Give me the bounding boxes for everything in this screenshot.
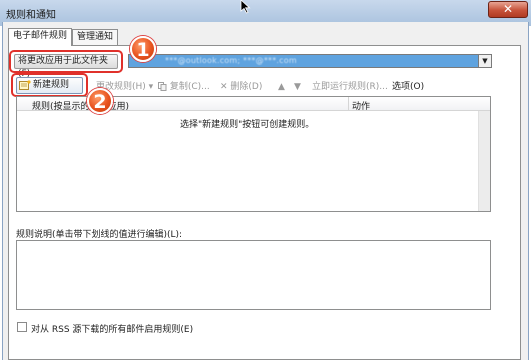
empty-rules-message: 选择"新建规则"按钮可创建规则。 bbox=[180, 120, 315, 130]
rss-rules-checkbox-label[interactable]: 对从 RSS 源下载的所有邮件启用规则(E) bbox=[31, 322, 193, 335]
annotation-badge-2: 2 bbox=[87, 88, 113, 114]
column-divider bbox=[348, 97, 349, 111]
close-button[interactable]: ✕ bbox=[488, 1, 528, 18]
move-down-icon[interactable]: ▼ bbox=[294, 80, 301, 94]
tab-email-rules[interactable]: 电子邮件规则 bbox=[8, 28, 72, 46]
rss-rules-checkbox[interactable] bbox=[17, 322, 27, 332]
column-header-action[interactable]: 动作 bbox=[352, 99, 370, 112]
mouse-cursor-icon bbox=[240, 0, 251, 14]
move-up-icon[interactable]: ▲ bbox=[278, 80, 285, 94]
delete-label: 删除(D) bbox=[230, 82, 263, 92]
annotation-highlight-box bbox=[11, 73, 88, 97]
rule-description-label: 规则说明(单击带下划线的值进行编辑)(L): bbox=[16, 230, 183, 240]
rules-list-scrollbar[interactable] bbox=[478, 111, 490, 211]
rules-list[interactable] bbox=[16, 96, 491, 212]
copy-button[interactable]: 复制(C)... bbox=[158, 80, 210, 94]
delete-button[interactable]: ✕ 删除(D) bbox=[220, 80, 262, 94]
rule-description-box bbox=[16, 240, 491, 310]
annotation-badge-1: 1 bbox=[130, 36, 156, 62]
annotation-highlight-box bbox=[9, 50, 123, 73]
dropdown-arrow-icon[interactable]: ▼ bbox=[478, 54, 492, 68]
delete-icon: ✕ bbox=[220, 82, 228, 92]
copy-icon bbox=[158, 82, 167, 91]
account-folder-value: ***@outlook.com; ***@***.com bbox=[165, 56, 297, 65]
column-header-rule[interactable]: 规则(按显示的顺序应用) bbox=[32, 99, 129, 112]
window-title: 规则和通知 bbox=[6, 10, 56, 21]
options-button[interactable]: 选项(O) bbox=[392, 80, 424, 94]
tab-manage-alerts[interactable]: 管理通知 bbox=[72, 29, 118, 45]
copy-label: 复制(C)... bbox=[169, 82, 210, 92]
run-rules-now-button[interactable]: 立即运行规则(R)... bbox=[312, 80, 388, 94]
